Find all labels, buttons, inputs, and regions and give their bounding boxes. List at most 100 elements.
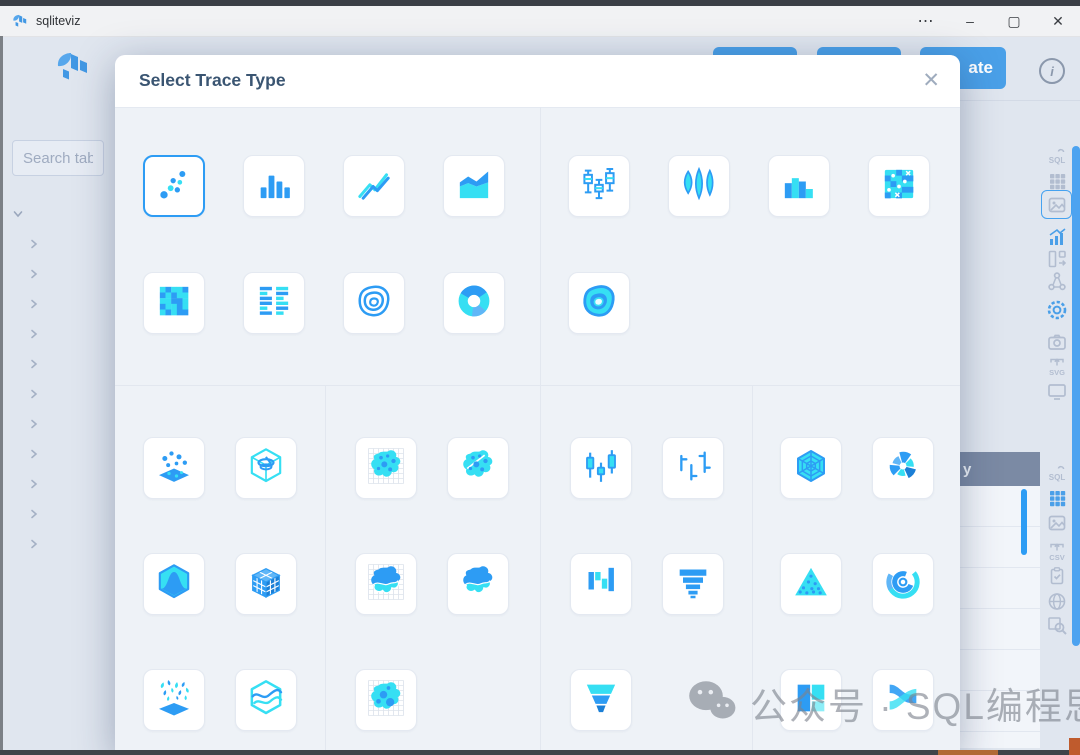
sidebar-item-database[interactable] xyxy=(0,198,115,228)
trace-type-waterfall[interactable] xyxy=(570,553,632,615)
trace-type-choropleth-tile-map[interactable] xyxy=(355,553,417,615)
trace-type-atlas-map[interactable] xyxy=(447,437,509,499)
trace-type-table[interactable] xyxy=(243,272,305,334)
trace-type-ohlc[interactable] xyxy=(662,437,724,499)
chevron-right-icon[interactable] xyxy=(28,507,40,519)
chevron-right-icon[interactable] xyxy=(28,537,40,549)
table-row xyxy=(956,486,1040,527)
chevron-right-icon[interactable] xyxy=(28,327,40,339)
sidebar-item-customer[interactable] xyxy=(0,288,115,318)
trace-type-treemap[interactable] xyxy=(780,669,842,731)
svg-export-icon[interactable]: SVG xyxy=(1046,356,1068,378)
search-input[interactable] xyxy=(12,140,104,176)
layout-icon[interactable] xyxy=(1046,248,1068,270)
zoom-area-icon[interactable] xyxy=(1046,614,1068,636)
chart-icon[interactable] xyxy=(1046,226,1068,248)
chevron-down-icon[interactable] xyxy=(12,207,24,219)
trace-type-violin[interactable] xyxy=(668,155,730,217)
clipboard-icon[interactable] xyxy=(1046,565,1068,587)
trace-type-2d-contour-histogram[interactable] xyxy=(568,272,630,334)
table-row xyxy=(956,527,1040,568)
trace-type-tile-map[interactable] xyxy=(355,437,417,499)
sidebar-item-track[interactable] xyxy=(0,528,115,558)
section-divider xyxy=(325,385,326,755)
chevron-right-icon[interactable] xyxy=(28,477,40,489)
trace-type-polar-bar[interactable] xyxy=(872,437,934,499)
chevron-right-icon[interactable] xyxy=(28,387,40,399)
window-maximize-button[interactable]: ▢ xyxy=(992,6,1036,36)
chevron-right-icon[interactable] xyxy=(28,417,40,429)
sidebar-item-employee[interactable] xyxy=(0,318,115,348)
trace-type-sankey[interactable] xyxy=(872,669,934,731)
trace-type-candlestick[interactable] xyxy=(570,437,632,499)
chevron-right-icon[interactable] xyxy=(28,357,40,369)
frame-icon[interactable] xyxy=(1046,380,1068,402)
trace-type-box[interactable] xyxy=(568,155,630,217)
trace-type-heatmap[interactable] xyxy=(143,272,205,334)
trace-type-area[interactable] xyxy=(443,155,505,217)
trace-type-ternary-scatter[interactable] xyxy=(780,553,842,615)
trace-type-3d-line[interactable] xyxy=(235,437,297,499)
sidebar-item-genre[interactable] xyxy=(0,348,115,378)
polar-bar-icon xyxy=(883,446,923,491)
trace-type-3d-mesh[interactable] xyxy=(235,553,297,615)
sidebar-item-album[interactable] xyxy=(0,228,115,258)
treemap-icon xyxy=(791,678,831,723)
csv-export-icon[interactable]: CSV xyxy=(1046,541,1068,563)
sankey-icon xyxy=(883,678,923,723)
sidebar-item-invoiceline[interactable] xyxy=(0,408,115,438)
trace-type-streamtube[interactable] xyxy=(235,669,297,731)
trace-type-cone[interactable] xyxy=(143,669,205,731)
trace-type-density-tile[interactable] xyxy=(355,669,417,731)
results-scrollbar[interactable] xyxy=(1021,489,1027,555)
choropleth-tile-map-icon xyxy=(366,562,406,607)
grid-icon[interactable] xyxy=(1046,487,1068,509)
sidebar-item-mediatype[interactable] xyxy=(0,438,115,468)
trace-type-2d-histogram[interactable] xyxy=(868,155,930,217)
trace-type-sunburst[interactable] xyxy=(872,553,934,615)
trace-type-3d-scatter[interactable] xyxy=(143,437,205,499)
chevron-right-icon[interactable] xyxy=(28,447,40,459)
schema-tree xyxy=(0,198,115,558)
chevron-right-icon[interactable] xyxy=(28,297,40,309)
sidebar-item-artist[interactable] xyxy=(0,258,115,288)
grid-icon[interactable] xyxy=(1046,170,1068,192)
trace-type-contour[interactable] xyxy=(343,272,405,334)
trace-type-choropleth-atlas-map[interactable] xyxy=(447,553,509,615)
image-icon[interactable] xyxy=(1046,194,1068,216)
window-menu-button[interactable]: ⋯ xyxy=(904,6,948,36)
window-title: sqliteviz xyxy=(36,14,80,28)
sql-file-icon[interactable]: SQL xyxy=(1046,146,1068,168)
window-minimize-button[interactable]: – xyxy=(948,6,992,36)
trace-type-histogram[interactable] xyxy=(768,155,830,217)
trace-type-polar-scatter[interactable] xyxy=(780,437,842,499)
trace-type-scatter[interactable] xyxy=(143,155,205,217)
camera-icon[interactable] xyxy=(1046,331,1068,353)
info-icon[interactable]: i xyxy=(1039,58,1065,84)
globe-table-icon[interactable] xyxy=(1046,590,1068,612)
image-icon[interactable] xyxy=(1046,512,1068,534)
window-close-button[interactable]: ✕ xyxy=(1036,6,1080,36)
sidebar-item-invoice[interactable] xyxy=(0,378,115,408)
scatter-icon xyxy=(154,164,194,209)
trace-type-line[interactable] xyxy=(343,155,405,217)
trace-type-bar[interactable] xyxy=(243,155,305,217)
gear-icon[interactable] xyxy=(1046,299,1068,321)
trace-type-pie[interactable] xyxy=(443,272,505,334)
trace-type-3d-surface[interactable] xyxy=(143,553,205,615)
svg-text:SQL: SQL xyxy=(1049,473,1066,482)
sidebar-item-playlisttrack[interactable] xyxy=(0,498,115,528)
cone-icon xyxy=(154,678,194,723)
trace-type-funnel[interactable] xyxy=(662,553,724,615)
trace-type-funnel-area[interactable] xyxy=(570,669,632,731)
close-icon[interactable]: ✕ xyxy=(922,68,940,93)
histogram-icon xyxy=(779,164,819,209)
node-graph-icon[interactable] xyxy=(1046,270,1068,292)
contour-icon xyxy=(354,281,394,326)
chevron-right-icon[interactable] xyxy=(28,267,40,279)
sidebar-item-playlist[interactable] xyxy=(0,468,115,498)
titlebar: sqliteviz ⋯ – ▢ ✕ xyxy=(0,6,1080,37)
chevron-right-icon[interactable] xyxy=(28,237,40,249)
sql-file-icon[interactable]: SQL xyxy=(1046,463,1068,485)
panel-scrollbar[interactable] xyxy=(1072,146,1080,646)
